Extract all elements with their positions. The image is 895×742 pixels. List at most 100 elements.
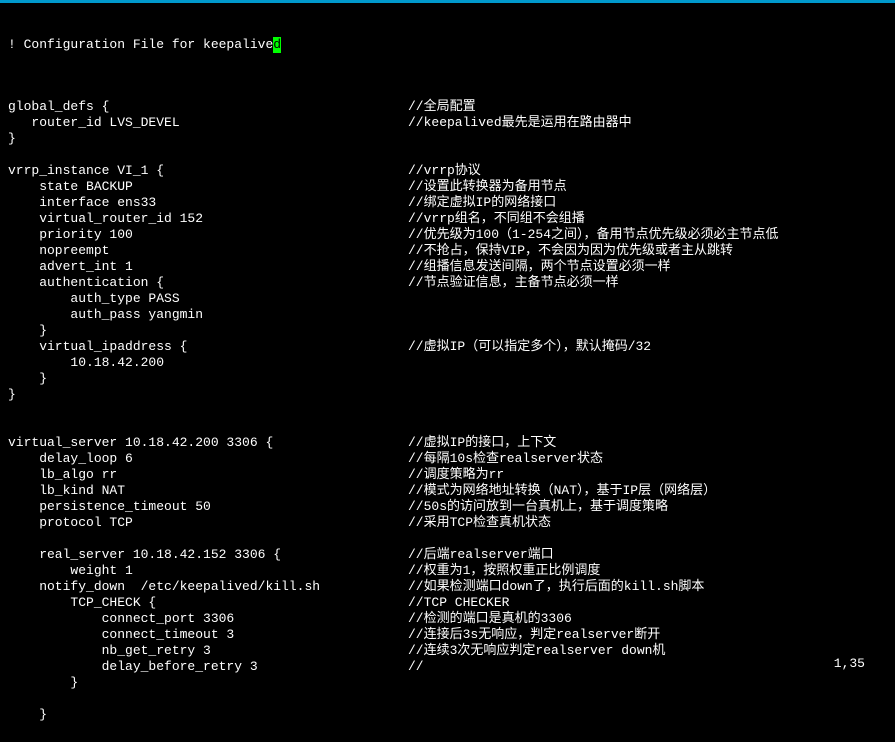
code-line: auth_type PASS [8,291,887,307]
comment-text: //如果检测端口down了，执行后面的kill.sh脚本 [408,579,704,595]
code-line: 10.18.42.200 [8,355,887,371]
code-line: delay_before_retry 3 // [8,659,887,675]
code-line [8,83,887,99]
code-line: notify_down /etc/keepalived/kill.sh //如果… [8,579,887,595]
code-text: } [8,707,408,723]
code-line: lb_kind NAT //模式为网络地址转换（NAT），基于IP层（网络层） [8,483,887,499]
code-line: vrrp_instance VI_1 { //vrrp协议 [8,163,887,179]
code-text: persistence_timeout 50 [8,499,408,515]
code-text: } [8,131,408,147]
code-line: } [8,131,887,147]
code-line: } [8,707,887,723]
code-text [8,403,408,419]
code-text: lb_algo rr [8,467,408,483]
comment-text: //vrrp协议 [408,163,481,179]
code-line: real_server 10.18.42.152 3306 { //后端real… [8,547,887,563]
code-text: nb_get_retry 3 [8,643,408,659]
code-text: virtual_router_id 152 [8,211,408,227]
comment-text: //权重为1，按照权重正比例调度 [408,563,600,579]
code-text: authentication { [8,275,408,291]
code-text: virtual_server 10.18.42.200 3306 { [8,435,408,451]
comment-text: //全局配置 [408,99,476,115]
code-line: advert_int 1 //组播信息发送间隔，两个节点设置必须一样 [8,259,887,275]
code-line: } [8,675,887,691]
code-text: } [8,387,408,403]
code-text: notify_down /etc/keepalived/kill.sh [8,579,408,595]
code-text: weight 1 [8,563,408,579]
code-text [8,691,408,707]
code-line: delay_loop 6 //每隔10s检查realserver状态 [8,451,887,467]
comment-text: //虚拟IP的接口，上下文 [408,435,556,451]
code-line: priority 100 //优先级为100（1-254之间），备用节点优先级必… [8,227,887,243]
code-line: nb_get_retry 3 //连续3次无响应判定realserver dow… [8,643,887,659]
code-text: router_id LVS_DEVEL [8,115,408,131]
comment-text: //连接后3s无响应，判定realserver断开 [408,627,660,643]
code-text: auth_type PASS [8,291,408,307]
code-text: TCP_CHECK { [8,595,408,611]
code-text: real_server 10.18.42.152 3306 { [8,547,408,563]
comment-text: //绑定虚拟IP的网络接口 [408,195,556,211]
comment-text: //后端realserver端口 [408,547,554,563]
code-text: interface ens33 [8,195,408,211]
code-text [8,147,408,163]
code-line: } [8,371,887,387]
code-text: } [8,323,408,339]
code-line [8,531,887,547]
code-line: protocol TCP //采用TCP检查真机状态 [8,515,887,531]
code-line [8,691,887,707]
code-text: } [8,675,408,691]
code-line [8,403,887,419]
code-text: priority 100 [8,227,408,243]
code-text: virtual_ipaddress { [8,339,408,355]
comment-text: //不抢占，保持VIP，不会因为因为优先级或者主从跳转 [408,243,733,259]
comment-text: //节点验证信息，主备节点必须一样 [408,275,619,291]
comment-text: //50s的访问放到一台真机上，基于调度策略 [408,499,668,515]
code-text: auth_pass yangmin [8,307,408,323]
code-line: auth_pass yangmin [8,307,887,323]
comment-text: // [408,659,424,675]
code-text: nopreempt [8,243,408,259]
code-line: router_id LVS_DEVEL //keepalived最先是运用在路由… [8,115,887,131]
comment-text: //连续3次无响应判定realserver down机 [408,643,665,659]
vim-status-position: 1,35 [834,656,865,671]
code-line: persistence_timeout 50 //50s的访问放到一台真机上，基… [8,499,887,515]
code-text: } [8,371,408,387]
code-text: connect_timeout 3 [8,627,408,643]
comment-text: //模式为网络地址转换（NAT），基于IP层（网络层） [408,483,716,499]
comment-text: //每隔10s检查realserver状态 [408,451,603,467]
editor-content[interactable]: ! Configuration File for keepalived glob… [0,3,895,742]
code-text: 10.18.42.200 [8,355,408,371]
code-text: connect_port 3306 [8,611,408,627]
comment-text: //检测的端口是真机的3306 [408,611,572,627]
comment-text: //keepalived最先是运用在路由器中 [408,115,632,131]
code-line: state BACKUP //设置此转换器为备用节点 [8,179,887,195]
code-text: state BACKUP [8,179,408,195]
comment-text: //TCP CHECKER [408,595,509,611]
code-line: global_defs { //全局配置 [8,99,887,115]
code-text: lb_kind NAT [8,483,408,499]
code-text: advert_int 1 [8,259,408,275]
code-line: weight 1 //权重为1，按照权重正比例调度 [8,563,887,579]
code-text [8,419,408,435]
comment-text: //vrrp组名，不同组不会组播 [408,211,585,227]
code-line: virtual_ipaddress { //虚拟IP（可以指定多个），默认掩码/… [8,339,887,355]
code-text [8,83,408,99]
code-line: lb_algo rr //调度策略为rr [8,467,887,483]
code-line: nopreempt //不抢占，保持VIP，不会因为因为优先级或者主从跳转 [8,243,887,259]
comment-text: //优先级为100（1-254之间），备用节点优先级必须必主节点低 [408,227,779,243]
code-line: interface ens33 //绑定虚拟IP的网络接口 [8,195,887,211]
code-line: connect_timeout 3 //连接后3s无响应，判定realserve… [8,627,887,643]
comment-text: //采用TCP检查真机状态 [408,515,551,531]
code-line: connect_port 3306 //检测的端口是真机的3306 [8,611,887,627]
comment-text: //组播信息发送间隔，两个节点设置必须一样 [408,259,671,275]
code-line: virtual_server 10.18.42.200 3306 { //虚拟I… [8,435,887,451]
comment-text: //设置此转换器为备用节点 [408,179,567,195]
code-text: global_defs { [8,99,408,115]
code-line: TCP_CHECK { //TCP CHECKER [8,595,887,611]
comment-text: //虚拟IP（可以指定多个），默认掩码/32 [408,339,651,355]
cursor: d [273,37,281,53]
comment-text: //调度策略为rr [408,467,504,483]
code-line [8,147,887,163]
title-line: ! Configuration File for keepalived [8,37,887,53]
code-text: delay_before_retry 3 [8,659,408,675]
